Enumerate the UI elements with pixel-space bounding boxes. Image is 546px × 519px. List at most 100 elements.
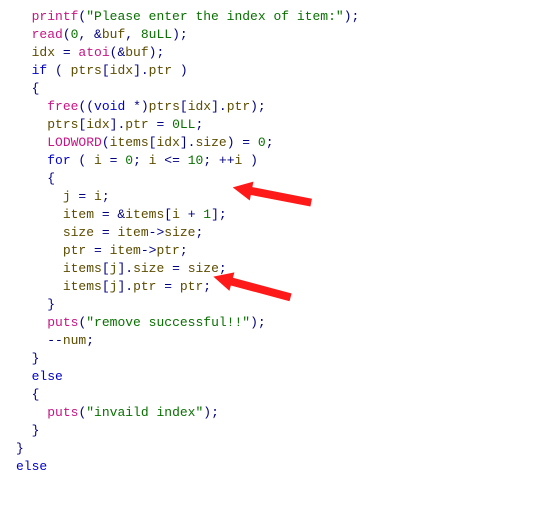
code-token: ptrs [149, 99, 180, 114]
code-token: if [32, 63, 48, 78]
code-line: items[j].size = size; [16, 260, 530, 278]
code-token: ptrs [47, 117, 78, 132]
code-token: , [125, 27, 141, 42]
code-token: [ [102, 279, 110, 294]
code-token: ; [203, 279, 211, 294]
code-token: i [94, 189, 102, 204]
code-token: ) = [227, 135, 258, 150]
code-token: *) [125, 99, 148, 114]
code-line: item = &items[i + 1]; [16, 206, 530, 224]
code-token: ptr [125, 117, 148, 132]
code-token: ; [86, 333, 94, 348]
code-token: "invaild index" [86, 405, 203, 420]
code-token: for [47, 153, 70, 168]
code-token: ptr [149, 63, 172, 78]
code-line: read(0, &buf, 8uLL); [16, 26, 530, 44]
code-token: ); [250, 99, 266, 114]
code-token: ; [195, 117, 203, 132]
code-token: LODWORD [47, 135, 102, 150]
code-token: 0 [125, 153, 133, 168]
code-token: item [117, 225, 148, 240]
code-token: ; [102, 189, 110, 204]
code-token: idx [188, 99, 211, 114]
code-token: buf [125, 45, 148, 60]
code-line: items[j].ptr = ptr; [16, 278, 530, 296]
code-block: printf ( "Please enter the index of item:"… [16, 8, 530, 476]
code-token: size [195, 135, 226, 150]
code-token: ( [71, 153, 94, 168]
code-token: buf [102, 27, 125, 42]
code-token: printf [32, 9, 79, 24]
code-line: } [16, 440, 530, 458]
code-line: printf("Please enter the index of item:"… [16, 8, 530, 26]
code-token: ptr [133, 279, 156, 294]
code-token: = [102, 153, 125, 168]
code-token: size [188, 261, 219, 276]
code-token: puts [47, 405, 78, 420]
code-token: else [16, 459, 47, 474]
code-token: idx [110, 63, 133, 78]
code-token: + [180, 207, 203, 222]
code-token: idx [32, 45, 55, 60]
code-token: 0 [258, 135, 266, 150]
code-token: [ [102, 261, 110, 276]
code-token: [ [164, 207, 172, 222]
code-token: ptr [180, 279, 203, 294]
code-line: } [16, 350, 530, 368]
code-token: ); [203, 405, 219, 420]
code-token: ) [172, 63, 188, 78]
code-token: [ [180, 99, 188, 114]
code-token: ( [63, 27, 71, 42]
code-token: (& [110, 45, 126, 60]
code-line: { [16, 80, 530, 98]
code-token: size [133, 261, 164, 276]
code-token: ; [195, 225, 203, 240]
code-token: ; ++ [203, 153, 234, 168]
code-token: = [149, 117, 172, 132]
code-token: j [63, 189, 71, 204]
code-token: ]. [117, 261, 133, 276]
code-line: puts("remove successful!!"); [16, 314, 530, 332]
code-token: -> [141, 243, 157, 258]
code-line: if ( ptrs[idx].ptr ) [16, 62, 530, 80]
code-token: free [47, 99, 78, 114]
code-token: ptrs [71, 63, 102, 78]
code-token: "Please enter the index of item:" [86, 9, 343, 24]
code-token: ; [133, 153, 149, 168]
code-token: = & [94, 207, 125, 222]
code-line: else [16, 458, 530, 476]
code-line: size = item->size; [16, 224, 530, 242]
code-token: i [172, 207, 180, 222]
code-token: else [32, 369, 63, 384]
code-token: ); [149, 45, 165, 60]
code-token: = [156, 279, 179, 294]
code-line: LODWORD(items[idx].size) = 0; [16, 134, 530, 152]
code-token: ) [242, 153, 258, 168]
code-token: ); [344, 9, 360, 24]
code-token: -- [47, 333, 63, 348]
code-line: } [16, 296, 530, 314]
code-line: j = i; [16, 188, 530, 206]
code-line: puts("invaild index"); [16, 404, 530, 422]
code-token: , & [78, 27, 101, 42]
code-token: } [16, 441, 24, 456]
code-line: ptr = item->ptr; [16, 242, 530, 260]
code-token: puts [47, 315, 78, 330]
code-token: idx [156, 135, 179, 150]
code-line: { [16, 386, 530, 404]
code-token: ]. [110, 117, 126, 132]
code-token: = [94, 225, 117, 240]
code-line: idx = atoi(&buf); [16, 44, 530, 62]
code-token: } [32, 423, 40, 438]
code-token: ]. [133, 63, 149, 78]
code-token: items [125, 207, 164, 222]
code-token: 0LL [172, 117, 195, 132]
code-token: items [110, 135, 149, 150]
code-line: --num; [16, 332, 530, 350]
code-token: = [164, 261, 187, 276]
code-token: <= [156, 153, 187, 168]
code-token: [ [102, 63, 110, 78]
code-token: items [63, 279, 102, 294]
code-token: { [47, 171, 55, 186]
code-token: atoi [78, 45, 109, 60]
